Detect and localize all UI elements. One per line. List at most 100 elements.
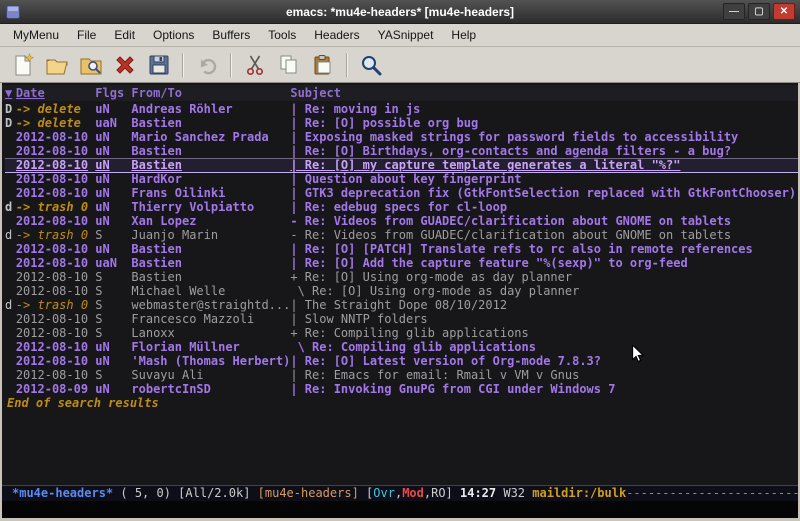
message-date: 2012-08-10 <box>16 256 95 270</box>
menu-item-file[interactable]: File <box>68 25 105 45</box>
message-from: HardKor <box>131 172 290 186</box>
open-file-icon <box>45 53 69 77</box>
kill-buffer-button[interactable] <box>109 50 141 80</box>
message-date: 2012-08-10 <box>16 340 95 354</box>
dired-button[interactable] <box>75 50 107 80</box>
menu-item-mymenu[interactable]: MyMenu <box>4 25 68 45</box>
minimize-button[interactable]: — <box>723 3 745 20</box>
menu-item-edit[interactable]: Edit <box>105 25 144 45</box>
message-flags: S <box>95 270 131 284</box>
message-row[interactable]: 2012-08-09 uN robertcInSD | Re: Invoking… <box>5 382 798 396</box>
sort-indicator-icon[interactable]: ▼ <box>5 86 16 101</box>
toolbar-separator <box>230 53 232 77</box>
message-mark <box>5 284 16 298</box>
window-controls: — ▢ ✕ <box>723 3 795 20</box>
column-header-from[interactable]: From/To <box>131 86 290 101</box>
message-row[interactable]: 2012-08-10 S Lanoxx + Re: Compiling glib… <box>5 326 798 340</box>
message-flags: uN <box>95 130 131 144</box>
message-row[interactable]: 2012-08-10 uN Bastien | Re: [O] [PATCH] … <box>5 242 798 256</box>
cut-button[interactable] <box>239 50 271 80</box>
message-row[interactable]: 2012-08-10 uN Frans Oilinki | GTK3 depre… <box>5 186 798 200</box>
message-row[interactable]: 2012-08-10 uN 'Mash (Thomas Herbert) | R… <box>5 354 798 368</box>
message-date: 2012-08-10 <box>16 172 95 186</box>
paste-icon <box>311 53 335 77</box>
message-flags: S <box>95 326 131 340</box>
message-row[interactable]: d -> trash 0 S webmaster@straightd... | … <box>5 298 798 312</box>
message-from: Lanoxx <box>131 326 290 340</box>
modeline-segment-dashes: ----------------------------------------… <box>626 486 798 500</box>
message-mark: D <box>5 116 16 130</box>
message-mark: d <box>5 228 16 242</box>
message-from: Frans Oilinki <box>131 186 290 200</box>
copy-icon <box>277 53 301 77</box>
message-flags: uaN <box>95 116 131 130</box>
menu-item-headers[interactable]: Headers <box>305 25 368 45</box>
message-row[interactable]: D -> delete uN Andreas Röhler | Re: movi… <box>5 102 798 116</box>
toolbar <box>0 47 800 83</box>
window-title: emacs: *mu4e-headers* [mu4e-headers] <box>0 5 800 19</box>
message-row[interactable]: d -> trash 0 S Juanjo Marin - Re: Videos… <box>5 228 798 242</box>
message-date: 2012-08-10 <box>16 242 95 256</box>
message-row[interactable]: 2012-08-10 uN Bastien | Re: [O] Birthday… <box>5 144 798 158</box>
menu-item-yasnippet[interactable]: YASnippet <box>369 25 443 45</box>
message-mark <box>5 144 16 158</box>
message-row[interactable]: 2012-08-10 S Suvayu Ali | Re: Emacs for … <box>5 368 798 382</box>
message-subject: | Re: [O] [PATCH] Translate refs to rc a… <box>290 242 798 256</box>
message-subject: - Re: Videos from GUADEC/clarification a… <box>290 228 798 242</box>
open-file-button[interactable] <box>41 50 73 80</box>
new-file-button[interactable] <box>7 50 39 80</box>
message-flags: uN <box>95 382 131 396</box>
column-header-subject[interactable]: Subject <box>290 86 798 101</box>
copy-button[interactable] <box>273 50 305 80</box>
message-from: Mario Sanchez Prada <box>131 130 290 144</box>
modeline-segment-ovr: Ovr <box>373 486 395 500</box>
message-row[interactable]: 2012-08-10 S Michael Welle \ Re: [O] Usi… <box>5 284 798 298</box>
message-flags: uN <box>95 214 131 228</box>
menu-item-help[interactable]: Help <box>442 25 485 45</box>
header-line: ▼ Date Flgs From/To Subject <box>2 85 798 101</box>
message-row[interactable]: 2012-08-10 uN Mario Sanchez Prada | Expo… <box>5 130 798 144</box>
save-button[interactable] <box>143 50 175 80</box>
message-flags: uN <box>95 354 131 368</box>
undo-icon <box>195 53 219 77</box>
message-date: 2012-08-10 <box>16 270 95 284</box>
message-mark <box>5 186 16 200</box>
menubar: MyMenuFileEditOptionsBuffersToolsHeaders… <box>0 24 800 47</box>
message-row[interactable]: 2012-08-10 uaN Bastien | Re: [O] Add the… <box>5 256 798 270</box>
message-row[interactable]: 2012-08-10 uN HardKor | Question about k… <box>5 172 798 186</box>
message-mark: d <box>5 298 16 312</box>
message-from: Michael Welle <box>131 284 290 298</box>
titlebar[interactable]: emacs: *mu4e-headers* [mu4e-headers] — ▢… <box>0 0 800 24</box>
message-row[interactable]: D -> delete uaN Bastien | Re: [O] possib… <box>5 116 798 130</box>
toolbar-separator <box>182 53 184 77</box>
message-date: -> trash 0 <box>16 228 95 242</box>
message-row[interactable]: d -> trash 0 uN Thierry Volpiatto | Re: … <box>5 200 798 214</box>
message-from: Xan Lopez <box>131 214 290 228</box>
message-subject: | Re: moving in js <box>290 102 798 116</box>
menu-item-tools[interactable]: Tools <box>259 25 305 45</box>
message-date: -> trash 0 <box>16 298 95 312</box>
menu-item-buffers[interactable]: Buffers <box>203 25 259 45</box>
message-date: -> trash 0 <box>16 200 95 214</box>
undo-button <box>191 50 223 80</box>
message-row[interactable]: 2012-08-10 uN Xan Lopez - Re: Videos fro… <box>5 214 798 228</box>
paste-button[interactable] <box>307 50 339 80</box>
message-row[interactable]: 2012-08-10 S Francesco Mazzoli | Slow NN… <box>5 312 798 326</box>
menu-item-options[interactable]: Options <box>144 25 203 45</box>
search-button[interactable] <box>355 50 387 80</box>
message-row[interactable]: 2012-08-10 uN Florian Müllner \ Re: Comp… <box>5 340 798 354</box>
close-button[interactable]: ✕ <box>773 3 795 20</box>
maximize-button[interactable]: ▢ <box>748 3 770 20</box>
message-subject: + Re: [O] Using org-mode as day planner <box>290 270 798 284</box>
message-mark <box>5 368 16 382</box>
message-flags: uN <box>95 242 131 256</box>
frame-body: ▼ Date Flgs From/To Subject D -> delete … <box>0 83 800 521</box>
message-row[interactable]: 2012-08-10 uN Bastien | Re: [O] my captu… <box>5 158 798 172</box>
message-flags: uN <box>95 144 131 158</box>
message-subject: | Re: Invoking GnuPG from CGI under Wind… <box>290 382 798 396</box>
minibuffer[interactable] <box>2 501 798 518</box>
message-row[interactable]: 2012-08-10 S Bastien + Re: [O] Using org… <box>5 270 798 284</box>
modeline-segment-buffer-name: *mu4e-headers* <box>12 486 113 500</box>
column-header-flags[interactable]: Flgs <box>95 86 131 101</box>
column-header-date[interactable]: Date <box>16 86 95 101</box>
